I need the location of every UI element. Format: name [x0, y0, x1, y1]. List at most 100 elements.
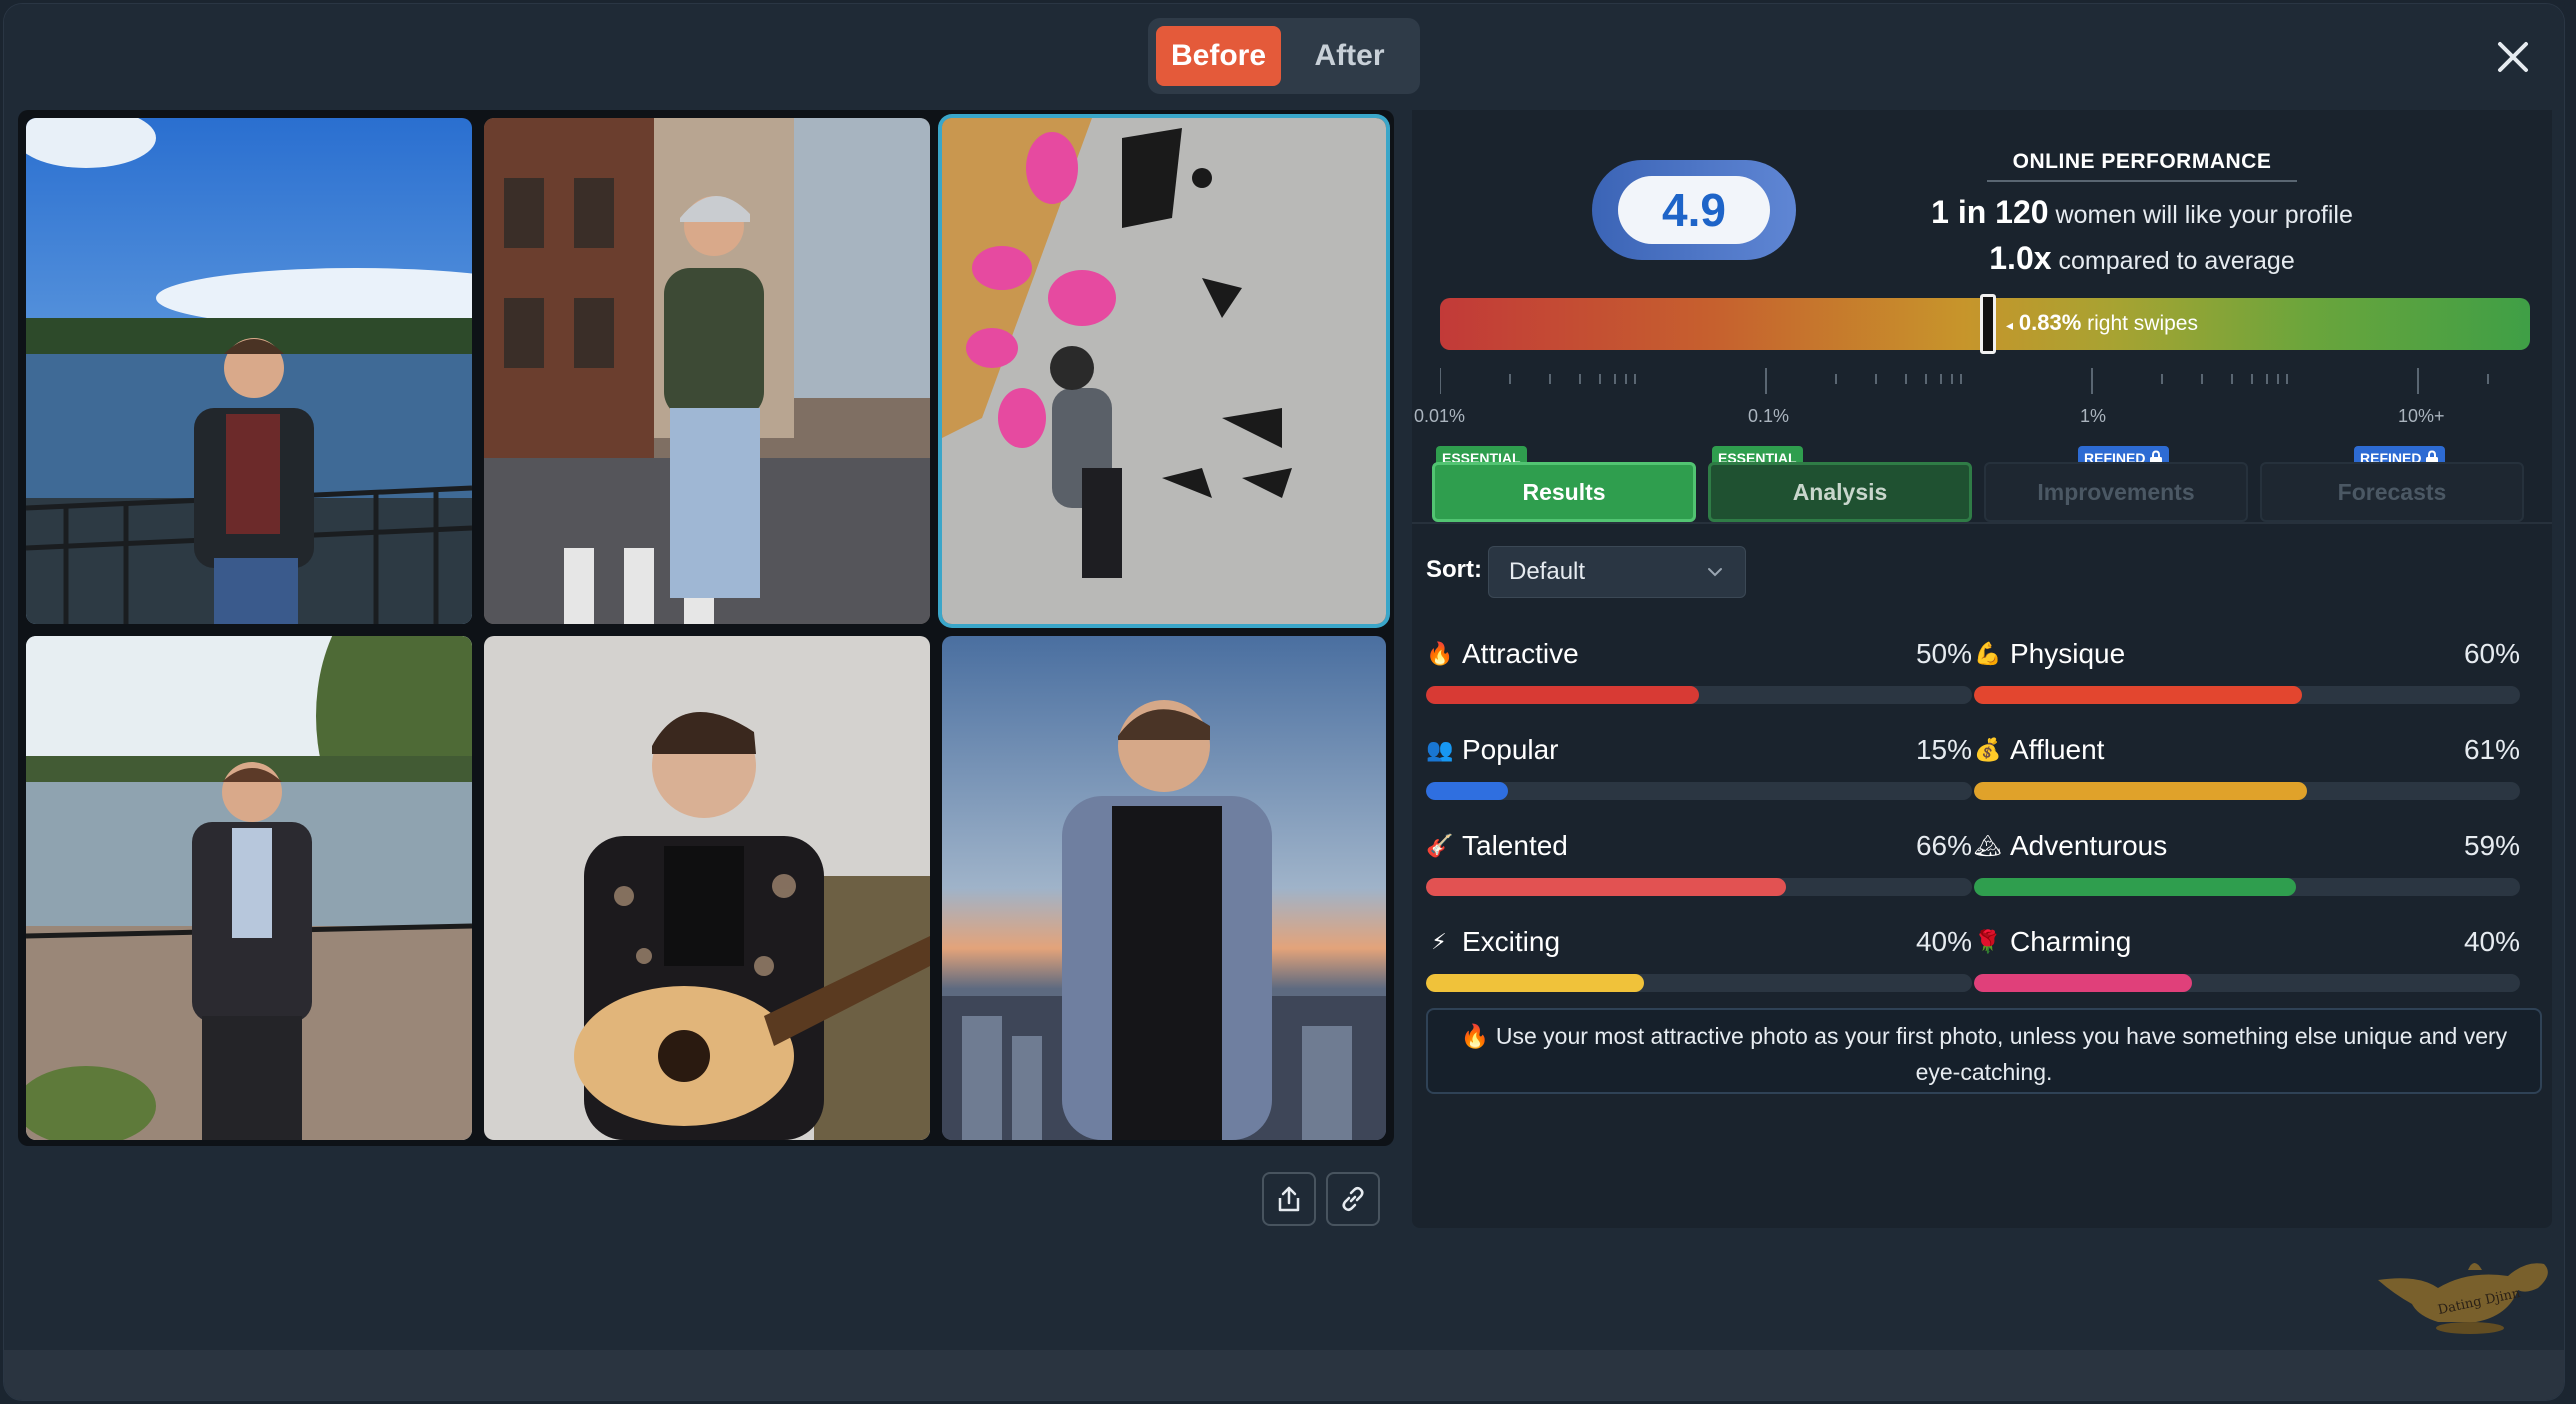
metric-affluent: 💰 Affluent 61%	[1974, 734, 2520, 814]
modal-header: Before After	[4, 4, 2564, 110]
link-icon[interactable]	[1326, 1172, 1380, 1226]
metric-track	[1426, 974, 1972, 992]
close-icon[interactable]	[2488, 32, 2538, 82]
scale-label-4: 10%+	[2398, 406, 2445, 426]
chevron-down-icon	[1708, 568, 1722, 577]
metric-header: ⚡ Exciting 40%	[1426, 926, 1972, 958]
after-toggle-button[interactable]: After	[1287, 26, 1412, 86]
photo-3-selected[interactable]	[942, 118, 1386, 624]
metric-popular: 👥 Popular 15%	[1426, 734, 1972, 814]
metric-emoji: 💰	[1974, 737, 2002, 762]
metric-talented: 🎸 Talented 66%	[1426, 830, 1972, 910]
metric-name: Adventurous	[2010, 830, 2168, 861]
metric-emoji: ⚡	[1431, 929, 1447, 954]
likes-stat: 1 in 120 women will like your profile	[1852, 194, 2432, 231]
metric-name: Talented	[1462, 830, 1568, 861]
metric-header: 🌹 Charming 40%	[1974, 926, 2520, 958]
metric-header: 🔥 Attractive 50%	[1426, 638, 1972, 670]
metric-fill	[1974, 782, 2308, 800]
metric-name: Physique	[2010, 638, 2126, 669]
metric-fill	[1974, 686, 2302, 704]
metric-track	[1426, 686, 1972, 704]
score-badge: 4.9	[1592, 160, 1796, 260]
metric-percent: 40%	[1915, 926, 1972, 957]
swipe-text: right swipes	[2087, 312, 2198, 335]
photo-6[interactable]	[942, 636, 1386, 1140]
metric-fill	[1426, 878, 1787, 896]
metric-name: Popular	[1462, 734, 1559, 765]
metric-name-wrap: 🔥 Attractive	[1426, 638, 1579, 670]
metric-header: 💰 Affluent 61%	[1974, 734, 2520, 766]
swipe-percent: 0.83%	[2018, 310, 2082, 335]
tab-improvements[interactable]: Improvements	[1984, 462, 2248, 522]
metric-track	[1974, 974, 2520, 992]
photo-grid	[18, 110, 1394, 1146]
share-icon[interactable]	[1262, 1172, 1316, 1226]
right-swipe-bar: ◂ 0.83% right swipes	[1440, 294, 2530, 354]
compare-multiplier: 1.0x	[1989, 240, 2052, 276]
photo-5[interactable]	[484, 636, 930, 1140]
tip-box: 🔥 Use your most attractive photo as your…	[1426, 1008, 2542, 1094]
metric-percent: 60%	[2463, 638, 2520, 669]
share-actions	[1262, 1172, 1380, 1226]
swipe-label: ◂ 0.83% right swipes	[2006, 310, 2198, 335]
photo-2[interactable]	[484, 118, 930, 624]
online-performance-title: ONLINE PERFORMANCE	[1987, 150, 2297, 182]
metric-name: Charming	[2010, 926, 2132, 957]
metric-name-wrap: 💰 Affluent	[1974, 734, 2104, 766]
tab-results[interactable]: Results	[1432, 462, 1696, 522]
metric-fill	[1974, 878, 2297, 896]
metric-percent: 61%	[2463, 734, 2520, 765]
scale-label-2: 0.1%	[1748, 406, 1790, 426]
metric-header: 🏔 Adventurous 59%	[1974, 830, 2520, 862]
compare-stat: 1.0x compared to average	[1852, 240, 2432, 277]
sort-value: Default	[1509, 558, 1586, 585]
metric-header: 🎸 Talented 66%	[1426, 830, 1972, 862]
photo-1[interactable]	[26, 118, 472, 624]
metric-name-wrap: 💪 Physique	[1974, 638, 2125, 670]
metric-fill	[1426, 782, 1508, 800]
metric-track	[1426, 878, 1972, 896]
results-panel: 4.9 ONLINE PERFORMANCE 1 in 120 women wi…	[1412, 110, 2552, 1228]
comparison-modal: Before After 4.9 ONLINE PERFORMANCE 1 in…	[4, 4, 2564, 1400]
metric-percent: 50%	[1915, 638, 1972, 669]
metric-name: Affluent	[2010, 734, 2105, 765]
metric-percent: 40%	[2463, 926, 2520, 957]
metric-name-wrap: 🎸 Talented	[1426, 830, 1568, 862]
sort-label: Sort:	[1426, 556, 1482, 583]
metric-attractive: 🔥 Attractive 50%	[1426, 638, 1972, 718]
metric-percent: 66%	[1915, 830, 1972, 861]
metric-name: Attractive	[1462, 638, 1579, 669]
metric-track	[1974, 686, 2520, 704]
metric-track	[1974, 782, 2520, 800]
metric-fill	[1426, 686, 1699, 704]
metric-name: Exciting	[1462, 926, 1561, 957]
scale-label-1: 0.01%	[1414, 406, 1466, 426]
compare-text: compared to average	[2058, 247, 2295, 275]
sort-dropdown[interactable]: Default	[1488, 546, 1746, 598]
before-after-toggle: Before After	[1148, 18, 1420, 94]
metric-name-wrap: 🌹 Charming	[1974, 926, 2131, 958]
tabs-divider	[1412, 522, 2552, 524]
score-value: 4.9	[1618, 176, 1770, 244]
metric-charming: 🌹 Charming 40%	[1974, 926, 2520, 1006]
likes-ratio: 1 in 120	[1931, 194, 2049, 230]
scale-ticks	[1440, 368, 2489, 394]
photo-4[interactable]	[26, 636, 472, 1140]
dating-djinn-logo: Dating Djinn	[2378, 1263, 2548, 1334]
swipe-marker	[1980, 294, 1996, 354]
metric-header: 💪 Physique 60%	[1974, 638, 2520, 670]
metric-name-wrap: ⚡ Exciting	[1426, 926, 1560, 958]
metric-name-wrap: 👥 Popular	[1426, 734, 1559, 766]
metric-percent: 59%	[2463, 830, 2520, 861]
before-toggle-button[interactable]: Before	[1156, 26, 1281, 86]
scale-label-3: 1%	[2080, 406, 2107, 426]
metric-track	[1974, 878, 2520, 896]
result-tabs: ESSENTIAL Results ESSENTIAL Analysis REF…	[1432, 446, 2552, 526]
footer-bar	[4, 1350, 2564, 1400]
metric-exciting: ⚡ Exciting 40%	[1426, 926, 1972, 1006]
metric-emoji: 🔥	[1426, 641, 1454, 666]
tab-forecasts[interactable]: Forecasts	[2260, 462, 2524, 522]
metric-percent: 15%	[1915, 734, 1972, 765]
tab-analysis[interactable]: Analysis	[1708, 462, 1972, 522]
